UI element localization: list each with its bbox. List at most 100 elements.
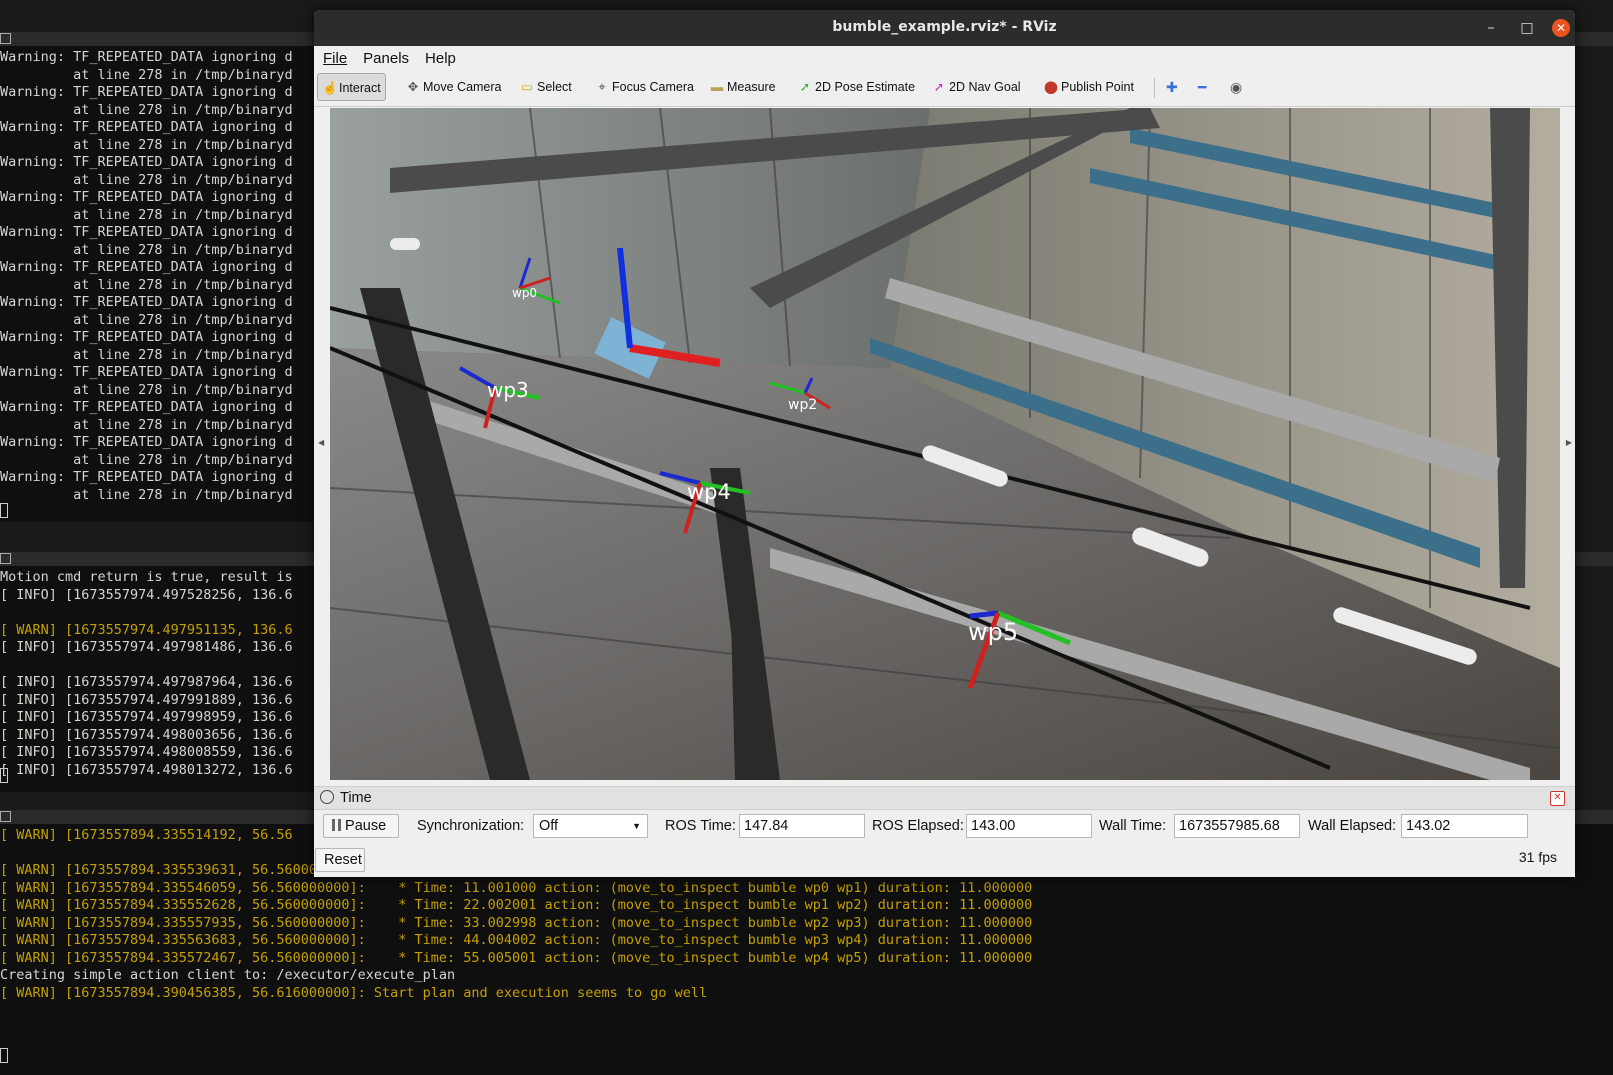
terminal-line: [ INFO] [1673557974.498013272, 136.6 <box>0 761 293 778</box>
terminal-split-icon[interactable] <box>0 33 11 44</box>
terminal-line: at line 278 in /tmp/binaryd <box>0 451 293 468</box>
nav-goal-icon: ➚ <box>933 80 945 94</box>
waypoint-label-wp2: wp2 <box>788 397 818 413</box>
tool-label: 2D Pose Estimate <box>815 80 916 94</box>
remove-tool-icon[interactable]: ━ <box>1194 73 1210 101</box>
terminal-line: Warning: TF_REPEATED_DATA ignoring d <box>0 49 293 65</box>
terminal-separator <box>1575 32 1613 46</box>
waypoint-label-wp3: wp3 <box>487 378 529 402</box>
minimize-button[interactable]: – <box>1482 19 1500 37</box>
terminal-separator <box>1575 552 1613 566</box>
terminal-line: Warning: TF_REPEATED_DATA ignoring d <box>0 189 293 205</box>
tool-publish-point[interactable]: ⬤ Publish Point <box>1040 73 1138 101</box>
terminal-line: at line 278 in /tmp/binaryd <box>0 486 293 503</box>
wall-elapsed-label: Wall Elapsed: <box>1308 818 1397 834</box>
terminal-line: Warning: TF_REPEATED_DATA ignoring d <box>0 469 293 485</box>
view-icon[interactable]: ◉ <box>1226 73 1246 101</box>
focus-camera-icon: ⌖ <box>598 80 606 94</box>
terminal-line: [ WARN] [1673557974.497951135, 136.6 <box>0 621 293 638</box>
ros-time-field[interactable]: 147.84 <box>739 814 865 838</box>
terminal-tab-bar <box>0 32 314 46</box>
terminal-line: at line 278 in /tmp/binaryd <box>0 311 293 328</box>
right-panel-collapse[interactable]: ▶ <box>1560 108 1575 780</box>
hand-icon: ☝ <box>322 81 338 95</box>
render-viewport-3d[interactable]: wp0 wp2 wp3 wp4 wp5 <box>330 108 1560 780</box>
move-camera-icon: ✥ <box>407 80 419 94</box>
terminal-line: at line 278 in /tmp/binaryd <box>0 346 293 363</box>
tool-2d-pose-estimate[interactable]: ➚ 2D Pose Estimate <box>794 73 919 101</box>
terminal-line: [ INFO] [1673557974.497991889, 136.6 <box>0 691 293 708</box>
terminal-output: Warning: TF_REPEATED_DATA ignoring d at … <box>0 49 293 504</box>
terminal-line: Warning: TF_REPEATED_DATA ignoring d <box>0 259 293 275</box>
tool-measure[interactable]: ▬ Measure <box>706 73 780 101</box>
tool-move-camera[interactable]: ✥ Move Camera <box>402 73 506 101</box>
waypoint-label-wp0: wp0 <box>512 286 538 300</box>
terminal-line: at line 278 in /tmp/binaryd <box>0 241 293 258</box>
terminal-line: [ WARN] [1673557894.335552628, 56.560000… <box>0 897 1033 913</box>
wall-time-field[interactable]: 1673557985.68 <box>1174 814 1300 838</box>
terminal-line: Warning: TF_REPEATED_DATA ignoring d <box>0 154 293 170</box>
reset-button[interactable]: Reset <box>315 848 365 872</box>
menu-bar: File Panels Help <box>314 46 1575 70</box>
terminal-line: [ INFO] [1673557974.497528256, 136.6 <box>0 586 293 603</box>
select-icon: ▭ <box>521 80 533 94</box>
terminal-mid[interactable]: Motion cmd return is true, result is[ IN… <box>0 552 314 792</box>
tool-label: Measure <box>727 80 776 94</box>
sync-label: Synchronization: <box>417 818 525 834</box>
close-panel-icon[interactable]: ✕ <box>1550 791 1565 806</box>
close-button[interactable]: ✕ <box>1552 19 1570 37</box>
time-panel-header: Time ✕ <box>314 787 1575 810</box>
clock-icon <box>320 790 334 804</box>
terminal-output: Motion cmd return is true, result is[ IN… <box>0 569 293 779</box>
left-panel-collapse[interactable]: ◀ <box>314 108 330 780</box>
terminal-line: [ WARN] [1673557894.335563683, 56.560000… <box>0 932 1033 948</box>
terminal-split-icon[interactable] <box>0 553 11 564</box>
pose-estimate-icon: ➚ <box>799 80 811 94</box>
ros-elapsed-field[interactable]: 143.00 <box>966 814 1092 838</box>
tool-label: Select <box>537 80 572 94</box>
pause-button[interactable]: Pause <box>323 814 399 838</box>
terminal-line: [ INFO] [1673557974.498008559, 136.6 <box>0 744 293 760</box>
tool-select[interactable]: ▭ Select <box>516 73 576 101</box>
terminal-line: Warning: TF_REPEATED_DATA ignoring d <box>0 294 293 310</box>
wall-elapsed-field[interactable]: 143.02 <box>1401 814 1528 838</box>
terminal-top[interactable]: Warning: TF_REPEATED_DATA ignoring d at … <box>0 32 314 522</box>
menu-panels[interactable]: Panels <box>354 46 416 67</box>
fps-counter: 31 fps <box>1518 849 1557 865</box>
terminal-cursor <box>0 1047 8 1063</box>
terminal-line: [ INFO] [1673557974.498003656, 136.6 <box>0 726 293 743</box>
terminal-line: [ INFO] [1673557974.497987964, 136.6 <box>0 674 293 690</box>
terminal-line: Warning: TF_REPEATED_DATA ignoring d <box>0 84 293 100</box>
map-pin-icon: ⬤ <box>1044 80 1058 94</box>
toolbar-separator <box>1154 78 1155 98</box>
terminal-tab-bar <box>0 552 314 566</box>
window-titlebar[interactable]: bumble_example.rviz* - RViz – □ ✕ <box>314 10 1575 46</box>
ruler-icon: ▬ <box>710 80 724 94</box>
add-tool-icon[interactable]: ✚ <box>1162 73 1182 101</box>
terminal-line: at line 278 in /tmp/binaryd <box>0 416 293 433</box>
tool-2d-nav-goal[interactable]: ➚ 2D Nav Goal <box>928 73 1025 101</box>
terminal-line: [ INFO] [1673557974.497981486, 136.6 <box>0 639 293 655</box>
pause-icon <box>332 819 341 831</box>
wall-time-label: Wall Time: <box>1099 818 1167 834</box>
terminal-line: at line 278 in /tmp/binaryd <box>0 276 293 293</box>
menu-file[interactable]: File <box>314 46 354 67</box>
tool-interact[interactable]: ☝Interact <box>317 73 386 101</box>
terminal-line: Warning: TF_REPEATED_DATA ignoring d <box>0 224 293 240</box>
ros-time-label: ROS Time: <box>665 818 736 834</box>
terminal-line: Warning: TF_REPEATED_DATA ignoring d <box>0 434 293 450</box>
sync-select[interactable]: Off ▼ <box>533 814 648 838</box>
tool-focus-camera[interactable]: ⌖ Focus Camera <box>591 73 698 101</box>
menu-help[interactable]: Help <box>416 46 463 67</box>
tool-label: Interact <box>339 81 381 95</box>
terminal-line: [ WARN] [1673557894.335572467, 56.560000… <box>0 949 1033 966</box>
maximize-button[interactable]: □ <box>1518 19 1536 37</box>
chevron-down-icon: ▼ <box>632 821 641 831</box>
tool-label: Move Camera <box>423 80 502 94</box>
terminal-cursor <box>0 767 8 783</box>
terminal-split-icon[interactable] <box>0 811 11 822</box>
terminal-line: at line 278 in /tmp/binaryd <box>0 206 293 223</box>
terminal-line: Warning: TF_REPEATED_DATA ignoring d <box>0 329 293 345</box>
